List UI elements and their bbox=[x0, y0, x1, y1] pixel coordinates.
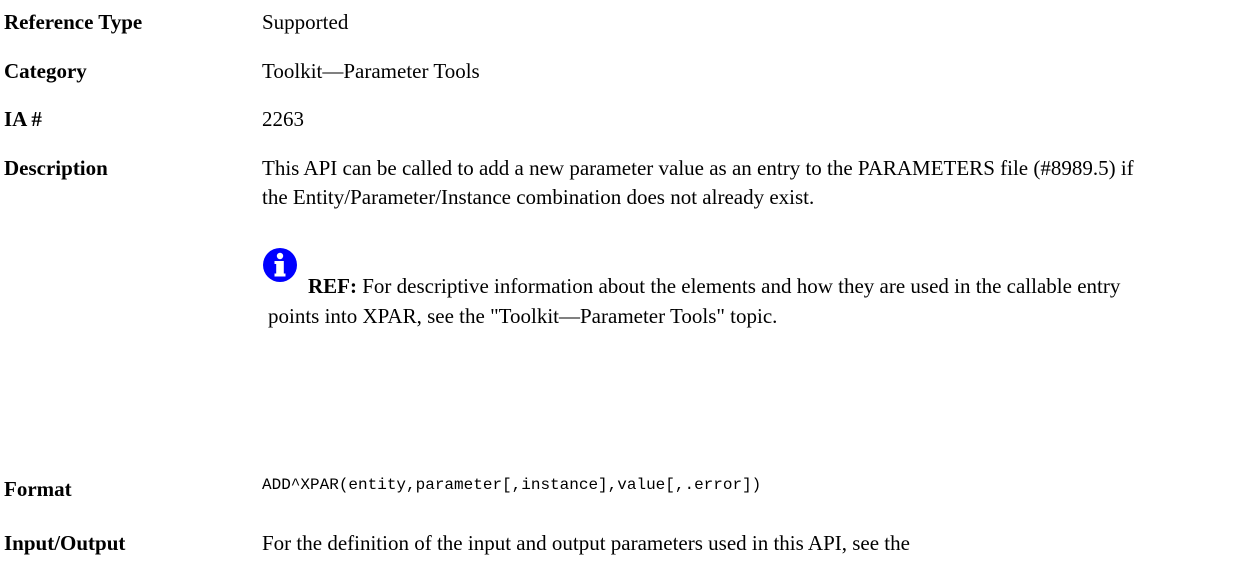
note-label: REF: bbox=[308, 274, 357, 298]
reference-note: REF: For descriptive information about t… bbox=[262, 247, 1142, 377]
category-label: Category bbox=[4, 59, 87, 83]
note-body: For descriptive information about the el… bbox=[268, 274, 1121, 328]
reference-type-value: Supported bbox=[262, 10, 349, 34]
ia-value: 2263 bbox=[262, 107, 304, 131]
category-value: Toolkit—Parameter Tools bbox=[262, 59, 480, 83]
note-text: REF: For descriptive information about t… bbox=[262, 271, 1142, 331]
input-output-label: Input/Output bbox=[4, 531, 126, 555]
format-label: Format bbox=[4, 477, 72, 501]
reference-type-label: Reference Type bbox=[4, 10, 143, 34]
description-label: Description bbox=[4, 156, 108, 180]
format-value: ADD^XPAR(entity,parameter[,instance],val… bbox=[262, 476, 762, 494]
ia-label: IA # bbox=[4, 107, 42, 131]
input-output-value: For the definition of the input and outp… bbox=[262, 531, 910, 555]
description-value: This API can be called to add a new para… bbox=[262, 156, 1134, 209]
